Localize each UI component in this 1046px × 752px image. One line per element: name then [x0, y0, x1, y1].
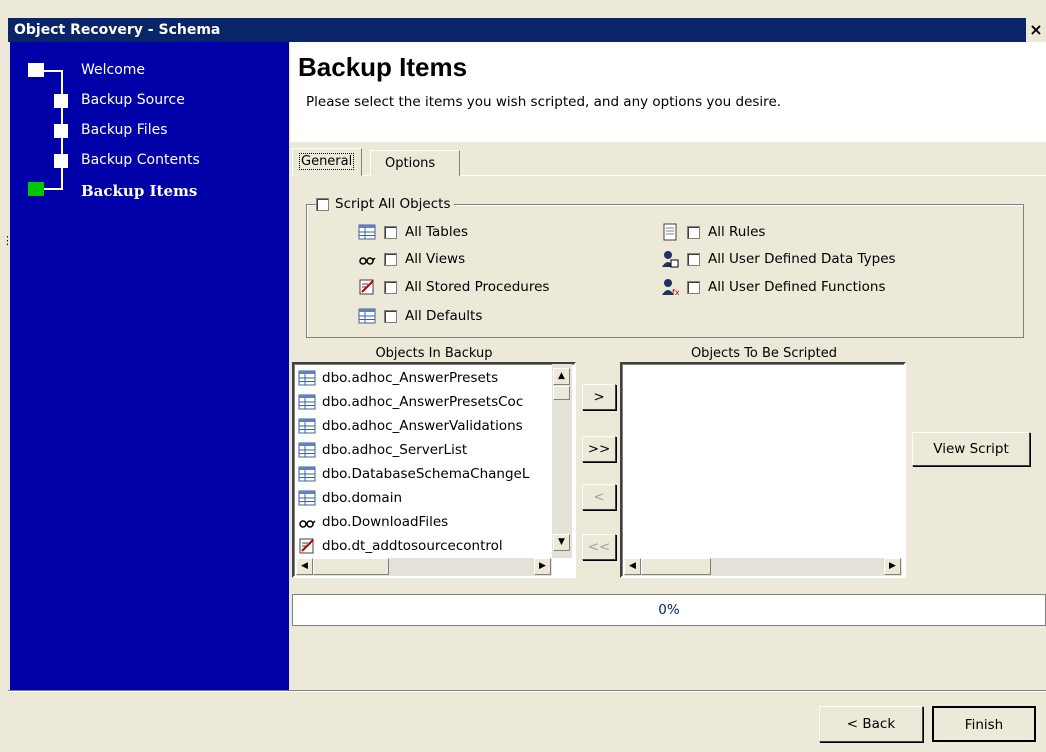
remove-all-button[interactable]: <<: [582, 534, 616, 560]
default-icon: [358, 308, 376, 324]
objects-in-backup-list[interactable]: dbo.adhoc_AnswerPresets dbo.adhoc_Answer…: [292, 362, 576, 578]
all-stored-procedures-checkbox[interactable]: [384, 280, 397, 294]
page-subtitle: Please select the items you wish scripte…: [306, 94, 782, 110]
all-tables-checkbox[interactable]: [384, 225, 397, 239]
all-user-defined-functions-option[interactable]: fx All User Defined Functions: [661, 277, 885, 297]
step-marker-welcome: [28, 63, 44, 77]
horizontal-scrollbar[interactable]: ◀ ▶: [296, 558, 552, 576]
user-function-icon: fx: [662, 279, 679, 296]
table-icon: [298, 418, 316, 434]
stored-procedure-icon: [359, 279, 374, 295]
step-marker-backup-source: [54, 94, 68, 108]
list-item[interactable]: dbo.DownloadFiles: [294, 510, 550, 534]
back-button[interactable]: < Back: [819, 706, 923, 742]
list-item[interactable]: dbo.adhoc_ServerList: [294, 438, 550, 462]
scroll-left-icon[interactable]: ◀: [624, 558, 641, 575]
list-item[interactable]: dbo.dt_addtosourcecontrol: [294, 534, 550, 558]
stored-procedure-icon: [299, 538, 314, 554]
scroll-down-icon[interactable]: ▼: [553, 534, 570, 551]
all-tables-option[interactable]: All Tables: [358, 222, 468, 242]
all-user-defined-data-types-checkbox[interactable]: [687, 252, 700, 266]
table-icon: [298, 370, 316, 386]
add-all-button[interactable]: >>: [582, 436, 616, 462]
all-user-defined-functions-checkbox[interactable]: [687, 280, 700, 294]
table-icon: [358, 224, 376, 240]
horizontal-scrollbar[interactable]: ◀ ▶: [624, 558, 902, 576]
all-defaults-checkbox[interactable]: [384, 309, 397, 323]
tab-options[interactable]: Options: [370, 150, 460, 176]
remove-selected-button[interactable]: <: [582, 484, 616, 510]
scrollbar-thumb[interactable]: [553, 386, 570, 400]
list-item[interactable]: dbo.DatabaseSchemaChangeL: [294, 462, 550, 486]
user-data-type-icon: [662, 251, 679, 268]
page-title: Backup Items: [298, 52, 468, 82]
list-item[interactable]: dbo.adhoc_AnswerPresets: [294, 366, 550, 390]
tab-general[interactable]: General: [292, 148, 362, 176]
table-icon: [298, 490, 316, 506]
rule-icon: [663, 223, 677, 241]
list-item[interactable]: dbo.adhoc_AnswerPresetsCoc: [294, 390, 550, 414]
table-icon: [298, 442, 316, 458]
finish-button[interactable]: Finish: [932, 706, 1036, 742]
footer-divider: [8, 691, 1046, 692]
objects-to-be-scripted-caption: Objects To Be Scripted: [690, 346, 838, 361]
step-marker-backup-files: [54, 124, 68, 138]
svg-text:fx: fx: [672, 288, 679, 296]
scroll-up-icon[interactable]: ▲: [553, 368, 570, 385]
sidebar-item-backup-files: Backup Files: [81, 122, 168, 138]
view-script-button[interactable]: View Script: [912, 432, 1030, 466]
table-icon: [298, 466, 316, 482]
all-views-checkbox[interactable]: [384, 252, 397, 266]
sidebar-item-backup-items: Backup Items: [81, 182, 198, 200]
scrollbar-thumb[interactable]: [313, 558, 389, 575]
wizard-steps-sidebar: Welcome Backup Source Backup Files Backu…: [10, 42, 289, 690]
scroll-left-icon[interactable]: ◀: [296, 558, 313, 575]
all-rules-option[interactable]: All Rules: [661, 222, 765, 242]
scroll-right-icon[interactable]: ▶: [534, 558, 551, 575]
add-selected-button[interactable]: >: [582, 384, 616, 410]
vertical-scrollbar[interactable]: ▲ ▼: [552, 364, 572, 558]
script-all-objects-checkbox[interactable]: [316, 197, 329, 211]
sidebar-item-backup-source: Backup Source: [81, 92, 185, 108]
step-marker-backup-contents: [54, 154, 68, 168]
step-marker-backup-items: [28, 182, 44, 196]
script-all-objects-option[interactable]: Script All Objects: [316, 194, 455, 214]
all-defaults-option[interactable]: All Defaults: [358, 306, 482, 326]
list-item[interactable]: dbo.adhoc_AnswerValidations: [294, 414, 550, 438]
window-title: Object Recovery - Schema: [14, 22, 221, 38]
window-titlebar: Object Recovery - Schema ×: [8, 18, 1046, 42]
view-icon: [359, 257, 376, 265]
all-stored-procedures-option[interactable]: All Stored Procedures: [358, 277, 549, 297]
list-item[interactable]: dbo.domain: [294, 486, 550, 510]
objects-in-backup-caption: Objects In Backup: [375, 346, 493, 361]
table-icon: [298, 394, 316, 410]
objects-to-be-scripted-list[interactable]: ◀ ▶: [620, 362, 906, 578]
all-rules-checkbox[interactable]: [687, 225, 700, 239]
progress-bar: 0%: [292, 594, 1046, 626]
scrollbar-thumb[interactable]: [641, 558, 711, 575]
sidebar-item-backup-contents: Backup Contents: [81, 152, 200, 168]
scroll-right-icon[interactable]: ▶: [884, 558, 901, 575]
all-user-defined-data-types-option[interactable]: All User Defined Data Types: [661, 249, 896, 269]
sidebar-item-welcome: Welcome: [81, 62, 146, 78]
all-views-option[interactable]: All Views: [358, 249, 465, 269]
close-icon[interactable]: ×: [1026, 18, 1046, 42]
view-icon: [299, 520, 316, 528]
